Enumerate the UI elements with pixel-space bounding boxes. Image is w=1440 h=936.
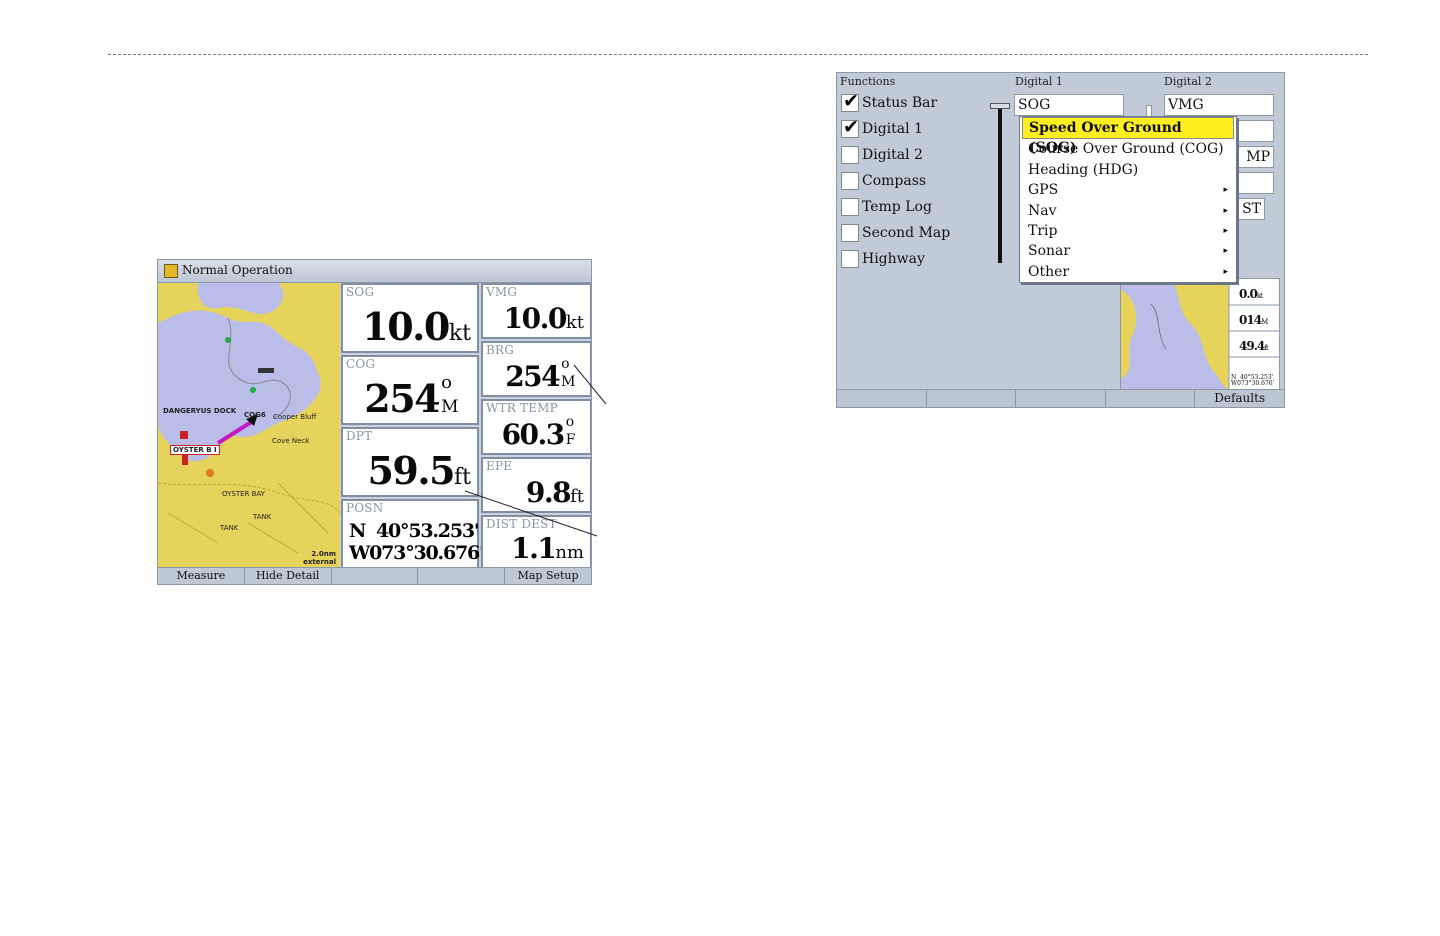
preview-minimap: 0.0kt 014M 49.4ft N 40°53.253' W073°30.6…: [1120, 278, 1280, 390]
menu-item-other[interactable]: Other ▸: [1022, 262, 1234, 282]
function-status-bar[interactable]: ✔ Status Bar: [841, 90, 937, 113]
function-highway[interactable]: Highway: [841, 249, 925, 269]
softkey-blank[interactable]: [1106, 390, 1196, 407]
function-digital-2[interactable]: Digital 2: [841, 145, 923, 165]
checkbox-second-map[interactable]: [841, 224, 859, 242]
checkbox-compass[interactable]: [841, 172, 859, 190]
preview-value-1: 0.0kt: [1239, 287, 1263, 301]
digital2-field-1[interactable]: VMG: [1164, 94, 1274, 116]
size-slider-handle[interactable]: [990, 103, 1010, 109]
digital1-field-1[interactable]: SOG: [1014, 94, 1124, 116]
digital2-header: Digital 2: [1164, 75, 1212, 88]
checkbox-temp-log[interactable]: [841, 198, 859, 216]
submenu-arrow-icon: ▸: [1223, 225, 1228, 236]
menu-item-nav[interactable]: Nav ▸: [1022, 201, 1234, 221]
submenu-arrow-icon: ▸: [1223, 246, 1228, 257]
data-field-dropdown[interactable]: Speed Over Ground (SOG) Course Over Grou…: [1019, 116, 1237, 283]
softkey-blank[interactable]: [927, 390, 1017, 407]
menu-item-gps[interactable]: GPS ▸: [1022, 180, 1234, 200]
function-compass[interactable]: Compass: [841, 171, 926, 191]
preview-position: N 40°53.253' W073°30.676': [1231, 374, 1275, 387]
menu-item-sog[interactable]: Speed Over Ground (SOG): [1022, 117, 1234, 156]
checkbox-status-bar[interactable]: ✔: [841, 90, 859, 112]
function-digital-1[interactable]: ✔ Digital 1: [841, 116, 923, 139]
callout-line-dpt: [464, 490, 598, 537]
checkbox-digital-1[interactable]: ✔: [841, 116, 859, 138]
check-icon: ✔: [843, 116, 859, 138]
callout-line-brg: [573, 364, 607, 405]
softkey-blank[interactable]: [837, 390, 927, 407]
menu-item-trip[interactable]: Trip ▸: [1022, 221, 1234, 241]
softkey-bar: Defaults: [837, 389, 1284, 407]
function-temp-log[interactable]: Temp Log: [841, 197, 932, 217]
checkbox-digital-2[interactable]: [841, 146, 859, 164]
softkey-blank[interactable]: [1016, 390, 1106, 407]
digital1-header: Digital 1: [1015, 75, 1063, 88]
size-slider-track[interactable]: [998, 107, 1002, 263]
data-fields-setup-screen: Functions Digital 1 Digital 2 ✔ Status B…: [836, 72, 1285, 408]
check-icon: ✔: [843, 90, 859, 112]
submenu-arrow-icon: ▸: [1223, 266, 1228, 277]
preview-value-2: 014M: [1239, 313, 1268, 327]
menu-item-hdg[interactable]: Heading (HDG): [1022, 160, 1234, 180]
submenu-arrow-icon: ▸: [1223, 185, 1228, 196]
functions-header: Functions: [840, 75, 896, 88]
menu-item-cog[interactable]: Course Over Ground (COG): [1022, 139, 1234, 159]
function-second-map[interactable]: Second Map: [841, 223, 950, 243]
menu-item-sonar[interactable]: Sonar ▸: [1022, 241, 1234, 261]
preview-value-3: 49.4ft: [1239, 339, 1269, 353]
checkbox-highway[interactable]: [841, 250, 859, 268]
submenu-arrow-icon: ▸: [1223, 205, 1228, 216]
softkey-defaults[interactable]: Defaults: [1195, 390, 1284, 407]
